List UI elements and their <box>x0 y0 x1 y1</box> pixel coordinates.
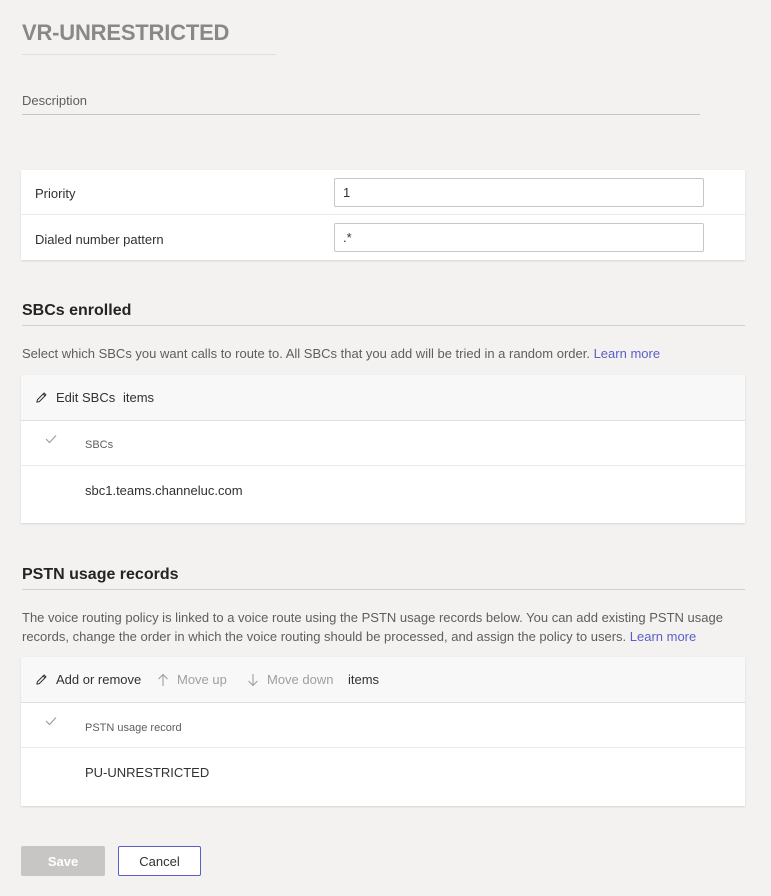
move-down-button[interactable]: Move down <box>247 657 333 702</box>
sbcs-description-text: Select which SBCs you want calls to rout… <box>22 346 590 361</box>
dialed-number-pattern-label: Dialed number pattern <box>35 232 164 247</box>
dialed-number-pattern-input[interactable]: .* <box>334 223 704 252</box>
arrow-up-icon <box>158 673 168 686</box>
description-field[interactable]: Description <box>22 93 87 108</box>
arrow-down-icon <box>248 673 258 686</box>
save-button[interactable]: Save <box>21 846 105 876</box>
priority-input[interactable]: 1 <box>334 178 704 207</box>
sbc-name-cell: sbc1.teams.channeluc.com <box>85 483 243 498</box>
pencil-icon <box>36 392 47 403</box>
checkmark-icon[interactable] <box>45 434 57 444</box>
sbcs-command-bar: Edit SBCs items <box>21 375 745 421</box>
table-row[interactable]: sbc1.teams.channeluc.com <box>21 466 745 521</box>
add-or-remove-button[interactable]: Add or remove <box>35 657 141 702</box>
pstn-table-header: PSTN usage record <box>21 702 745 748</box>
checkmark-icon[interactable] <box>45 716 57 726</box>
cancel-button[interactable]: Cancel <box>118 846 201 876</box>
row-divider <box>21 214 745 215</box>
pstn-description-text: The voice routing policy is linked to a … <box>22 610 723 644</box>
pstn-column-header[interactable]: PSTN usage record <box>85 722 182 734</box>
pstn-learn-more-link[interactable]: Learn more <box>630 629 696 644</box>
sbcs-table: Edit SBCs items SBCs sbc1.teams.channelu… <box>21 375 745 523</box>
move-up-label: Move up <box>177 672 227 687</box>
pstn-description: The voice routing policy is linked to a … <box>22 608 742 646</box>
table-row[interactable]: PU-UNRESTRICTED <box>21 748 745 804</box>
edit-sbcs-label: Edit SBCs <box>56 390 116 405</box>
add-or-remove-label: Add or remove <box>56 672 142 687</box>
move-up-button[interactable]: Move up <box>157 657 227 702</box>
move-down-label: Move down <box>267 672 334 687</box>
pstn-command-bar: Add or remove Move up Move down items <box>21 657 745 703</box>
pstn-table: Add or remove Move up Move down items PS… <box>21 657 745 806</box>
priority-label: Priority <box>35 186 76 201</box>
sbcs-items-count: items <box>123 390 155 405</box>
pencil-icon <box>36 674 47 685</box>
sbcs-heading: SBCs enrolled <box>22 302 132 319</box>
pstn-usage-record-cell: PU-UNRESTRICTED <box>85 765 210 780</box>
description-underline <box>22 114 700 115</box>
sbcs-heading-underline <box>22 325 745 326</box>
title-underline <box>22 54 276 55</box>
sbcs-description: Select which SBCs you want calls to rout… <box>22 344 742 363</box>
pstn-heading-underline <box>22 589 745 590</box>
pstn-heading: PSTN usage records <box>22 566 179 583</box>
page-title: VR-UNRESTRICTED <box>22 20 230 45</box>
route-settings-card: Priority 1 Dialed number pattern .* <box>21 170 745 260</box>
sbcs-learn-more-link[interactable]: Learn more <box>594 346 660 361</box>
sbcs-table-header: SBCs <box>21 420 745 466</box>
edit-sbcs-button[interactable]: Edit SBCs <box>35 375 115 420</box>
pstn-items-count: items <box>348 672 380 687</box>
sbcs-column-header[interactable]: SBCs <box>85 439 113 451</box>
